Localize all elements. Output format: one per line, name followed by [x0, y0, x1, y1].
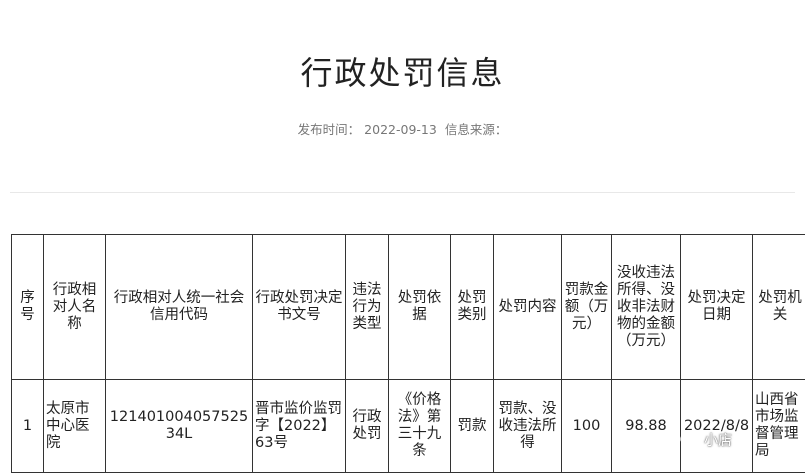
cell-penalty-category: 罚款 — [450, 379, 494, 473]
cell-decision-date: 2022/8/8 — [680, 379, 753, 473]
cell-index: 1 — [11, 379, 44, 473]
page-title: 行政处罚信息 — [300, 54, 505, 92]
table-row: 1 太原市中心医院 12140100405752534L 晋市监价监罚字【202… — [11, 379, 805, 473]
column-header: 行政相对人统一社会信用代码 — [105, 234, 253, 380]
cell-decision-number: 晋市监价监罚字【2022】63号 — [252, 379, 346, 473]
table-header-row: 序号 行政相对人名称 行政相对人统一社会信用代码 行政处罚决定书文号 违法行为类… — [11, 234, 805, 380]
cell-legal-basis: 《价格法》第三十九条 — [388, 379, 451, 473]
column-header: 罚款金额（万元） — [561, 234, 612, 380]
article-meta: 发布时间： 2022-09-13 信息来源： — [0, 119, 805, 138]
column-header: 行政处罚决定书文号 — [252, 234, 346, 380]
cell-fine-amount: 100 — [561, 379, 612, 473]
cell-authority: 山西省市场监督管理局 — [752, 379, 805, 473]
cell-violation-type: 行政处罚 — [345, 379, 389, 473]
cell-penalty-content: 罚款、没收违法所得 — [493, 379, 562, 473]
cell-party-name: 太原市中心医院 — [43, 379, 106, 473]
column-header: 处罚决定日期 — [680, 234, 753, 380]
cell-credit-code: 12140100405752534L — [105, 379, 253, 473]
penalty-table: 序号 行政相对人名称 行政相对人统一社会信用代码 行政处罚决定书文号 违法行为类… — [11, 234, 805, 473]
column-header: 处罚类别 — [450, 234, 494, 380]
column-header: 处罚内容 — [493, 234, 562, 380]
column-header: 序号 — [11, 234, 44, 380]
divider — [10, 192, 795, 193]
column-header: 违法行为类型 — [345, 234, 389, 380]
publish-date: 2022-09-13 — [364, 122, 437, 137]
column-header: 行政相对人名称 — [43, 234, 106, 380]
publish-label: 发布时间： — [297, 122, 361, 137]
column-header: 处罚依据 — [388, 234, 451, 380]
column-header: 处罚机关 — [752, 234, 805, 380]
source-label: 信息来源： — [444, 122, 508, 137]
column-header: 没收违法所得、没收非法财物的金额（万元） — [611, 234, 681, 380]
cell-confiscated-amount: 98.88 — [611, 379, 681, 473]
